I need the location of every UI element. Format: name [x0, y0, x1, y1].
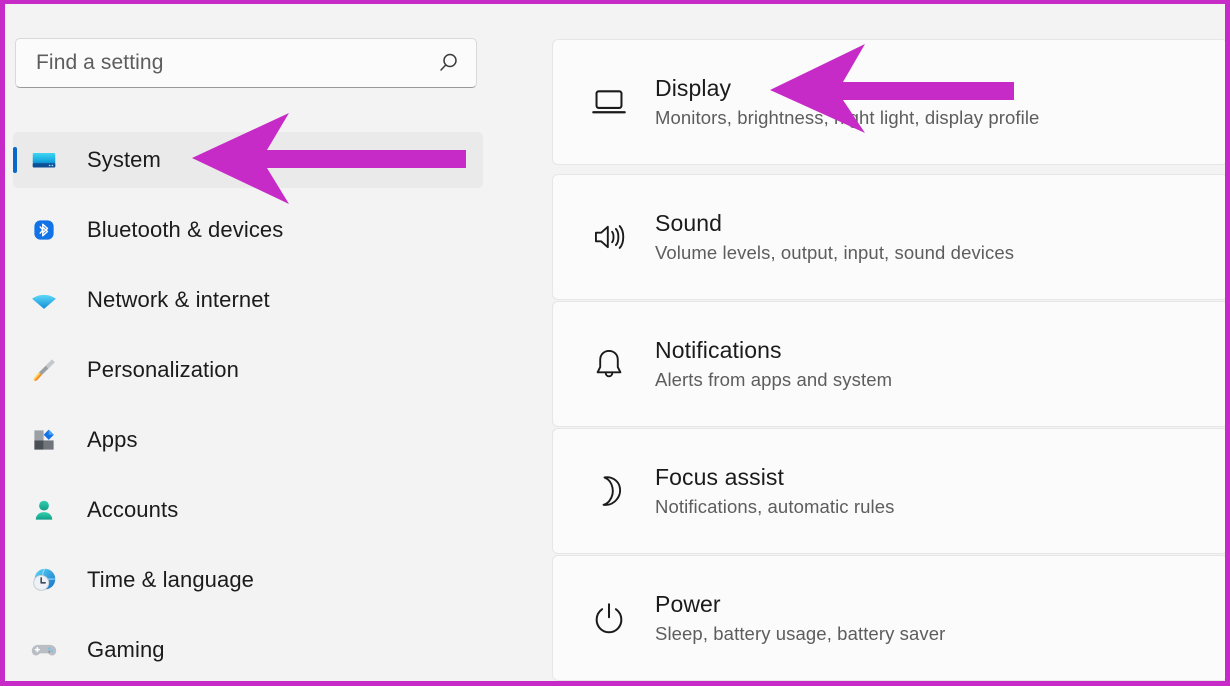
sidebar-item-label: Network & internet [87, 287, 270, 312]
sidebar-item-bluetooth-devices[interactable]: Bluetooth & devices [13, 202, 483, 258]
sidebar-item-label: Gaming [87, 637, 165, 662]
sidebar-item-label: Accounts [87, 497, 179, 522]
sidebar-item-label: Personalization [87, 357, 239, 382]
wifi-icon [27, 283, 61, 317]
sidebar-item-label: Time & language [87, 567, 255, 592]
bell-icon [587, 342, 631, 386]
speaker-icon [587, 215, 631, 259]
gamepad-icon [27, 633, 61, 667]
card-subtitle: Alerts from apps and system [655, 368, 893, 390]
card-subtitle: Monitors, brightness, night light, displ… [655, 106, 1040, 128]
bluetooth-icon [27, 213, 61, 247]
search-placeholder: Find a setting [36, 51, 164, 74]
settings-card-power[interactable]: Power Sleep, battery usage, battery save… [552, 555, 1225, 681]
settings-window: Find a setting System Bluetooth & device… [5, 4, 1225, 681]
sidebar-item-personalization[interactable]: Personalization [13, 342, 483, 398]
globe-clock-icon [27, 563, 61, 597]
sidebar-item-label: Bluetooth & devices [87, 217, 284, 242]
system-monitor-icon [27, 143, 61, 177]
settings-card-display[interactable]: Display Monitors, brightness, night ligh… [552, 39, 1225, 165]
sidebar-item-gaming[interactable]: Gaming [13, 622, 483, 678]
sidebar-item-network-internet[interactable]: Network & internet [13, 272, 483, 328]
apps-blocks-icon [27, 423, 61, 457]
annotation-frame: Find a setting System Bluetooth & device… [0, 0, 1230, 686]
sidebar-item-system[interactable]: System [13, 132, 483, 188]
sidebar-item-time-language[interactable]: Time & language [13, 552, 483, 608]
card-subtitle: Sleep, battery usage, battery saver [655, 622, 946, 644]
sidebar-nav: System Bluetooth & devices Network & int… [13, 132, 483, 678]
settings-card-focus-assist[interactable]: Focus assist Notifications, automatic ru… [552, 428, 1225, 554]
sidebar-item-apps[interactable]: Apps [13, 412, 483, 468]
search-input[interactable]: Find a setting [15, 38, 477, 88]
monitor-icon [587, 80, 631, 124]
card-subtitle: Volume levels, output, input, sound devi… [655, 241, 1015, 263]
person-icon [27, 493, 61, 527]
sidebar-item-label: System [87, 147, 161, 172]
settings-cards-list: Display Monitors, brightness, night ligh… [545, 4, 1225, 681]
card-title: Notifications [655, 337, 782, 364]
card-title: Power [655, 591, 721, 618]
settings-card-notifications[interactable]: Notifications Alerts from apps and syste… [552, 301, 1225, 427]
power-icon [587, 596, 631, 640]
card-title: Display [655, 75, 732, 102]
card-title: Sound [655, 210, 723, 237]
moon-icon [587, 469, 631, 513]
settings-card-sound[interactable]: Sound Volume levels, output, input, soun… [552, 174, 1225, 300]
card-title: Focus assist [655, 464, 785, 491]
sidebar-item-accounts[interactable]: Accounts [13, 482, 483, 538]
search-icon[interactable] [436, 51, 460, 75]
sidebar-item-label: Apps [87, 427, 138, 452]
paintbrush-icon [27, 353, 61, 387]
sidebar: Find a setting System Bluetooth & device… [5, 4, 539, 681]
card-subtitle: Notifications, automatic rules [655, 495, 895, 517]
